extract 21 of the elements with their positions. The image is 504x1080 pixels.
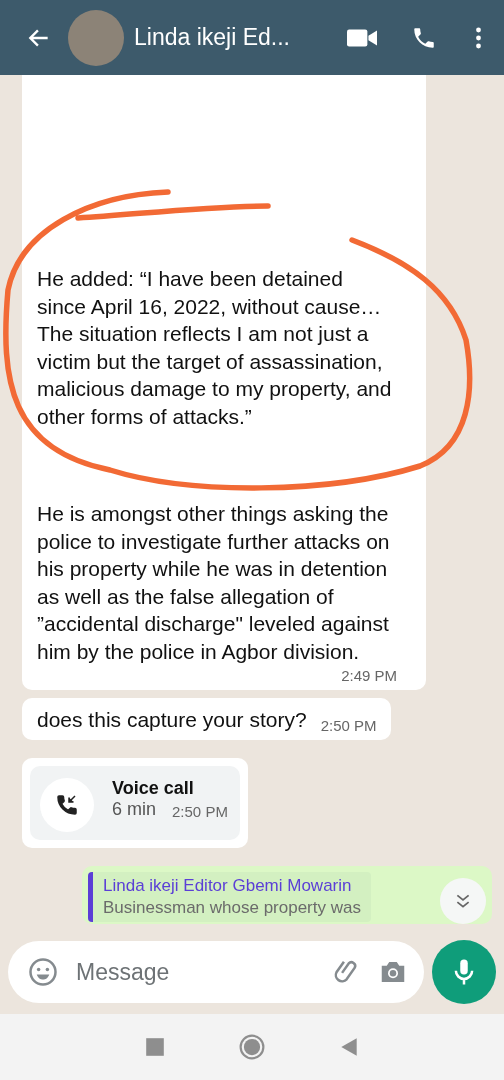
message-input-field[interactable]: Message: [74, 957, 316, 987]
quoted-message[interactable]: Linda ikeji Editor Gbemi Mowarin Businessman whose property was: [88, 871, 371, 922]
double-chevron-icon: [454, 892, 472, 910]
quote-text: Businessman whose property was: [103, 897, 361, 918]
message-time: 2:50 PM: [320, 716, 377, 734]
recent-apps-icon[interactable]: [144, 1036, 167, 1058]
incoming-call-icon: [55, 792, 79, 817]
emoji-icon[interactable]: [28, 957, 58, 987]
quote-author: Linda ikeji Editor Gbemi Mowarin: [103, 875, 353, 896]
home-icon[interactable]: [239, 1034, 265, 1060]
message-time: 2:49 PM: [340, 667, 397, 684]
more-options-icon[interactable]: [475, 25, 482, 50]
video-camera-icon[interactable]: [347, 27, 377, 48]
call-duration: 6 min: [112, 798, 156, 820]
contact-name[interactable]: Linda ikeji Ed...: [134, 24, 333, 51]
message-text: He is amongst other things asking the police to investigate further attacks on his property while he was in detention as well as the false allegation of ”accidental discharge" leveled against him by the police in Agbor division.: [37, 501, 391, 665]
call-title: Voice call: [112, 777, 195, 799]
message-text: does this capture your story?: [37, 707, 307, 733]
message-field[interactable]: Message: [8, 941, 424, 1003]
message-text: He added: “I have been detained since April 16, 2022, without cause… The situation reflects I am not just a victim but the target of assassination, malicious damage to my property, and other forms of attacks.”: [37, 266, 393, 430]
message-time: 2:50 PM: [172, 802, 228, 820]
